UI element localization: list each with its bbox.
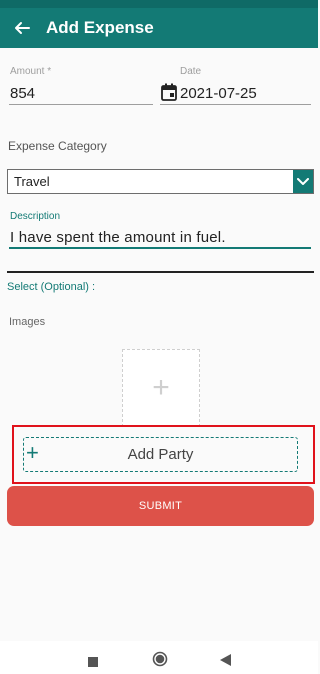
back-triangle-icon[interactable]	[220, 653, 231, 671]
section-divider	[7, 271, 314, 273]
page-title: Add Expense	[46, 18, 154, 37]
system-nav-bar	[0, 641, 318, 674]
description-underline	[9, 247, 311, 249]
arrow-left-icon	[15, 22, 30, 34]
description-label: Description	[10, 211, 61, 222]
app-bar: Add Expense	[0, 8, 318, 48]
expense-category-value: Travel	[14, 174, 50, 189]
back-button[interactable]	[0, 8, 44, 48]
add-party-button[interactable]: + Add Party	[23, 437, 298, 472]
status-bar	[0, 0, 318, 8]
date-input[interactable]: 2021-07-25	[180, 85, 257, 102]
description-input[interactable]: I have spent the amount in fuel.	[10, 229, 226, 246]
submit-button[interactable]: SUBMIT	[7, 486, 314, 526]
date-underline	[160, 104, 311, 105]
select-optional-label[interactable]: Select (Optional) :	[7, 281, 95, 293]
expense-category-label: Expense Category	[8, 139, 107, 153]
expense-category-select[interactable]: Travel	[7, 169, 314, 194]
plus-icon: +	[152, 371, 170, 404]
date-label: Date	[180, 66, 202, 77]
chevron-down-icon	[293, 170, 313, 193]
images-label: Images	[9, 316, 46, 328]
amount-label: Amount *	[10, 66, 52, 77]
amount-underline	[9, 104, 153, 105]
plus-icon: +	[26, 440, 39, 465]
calendar-icon[interactable]	[161, 83, 177, 101]
home-icon[interactable]	[152, 651, 168, 672]
recent-apps-icon[interactable]	[88, 654, 98, 672]
add-party-label: Add Party	[127, 446, 194, 463]
add-image-button[interactable]: +	[122, 349, 200, 427]
amount-input[interactable]: 854	[10, 85, 35, 102]
